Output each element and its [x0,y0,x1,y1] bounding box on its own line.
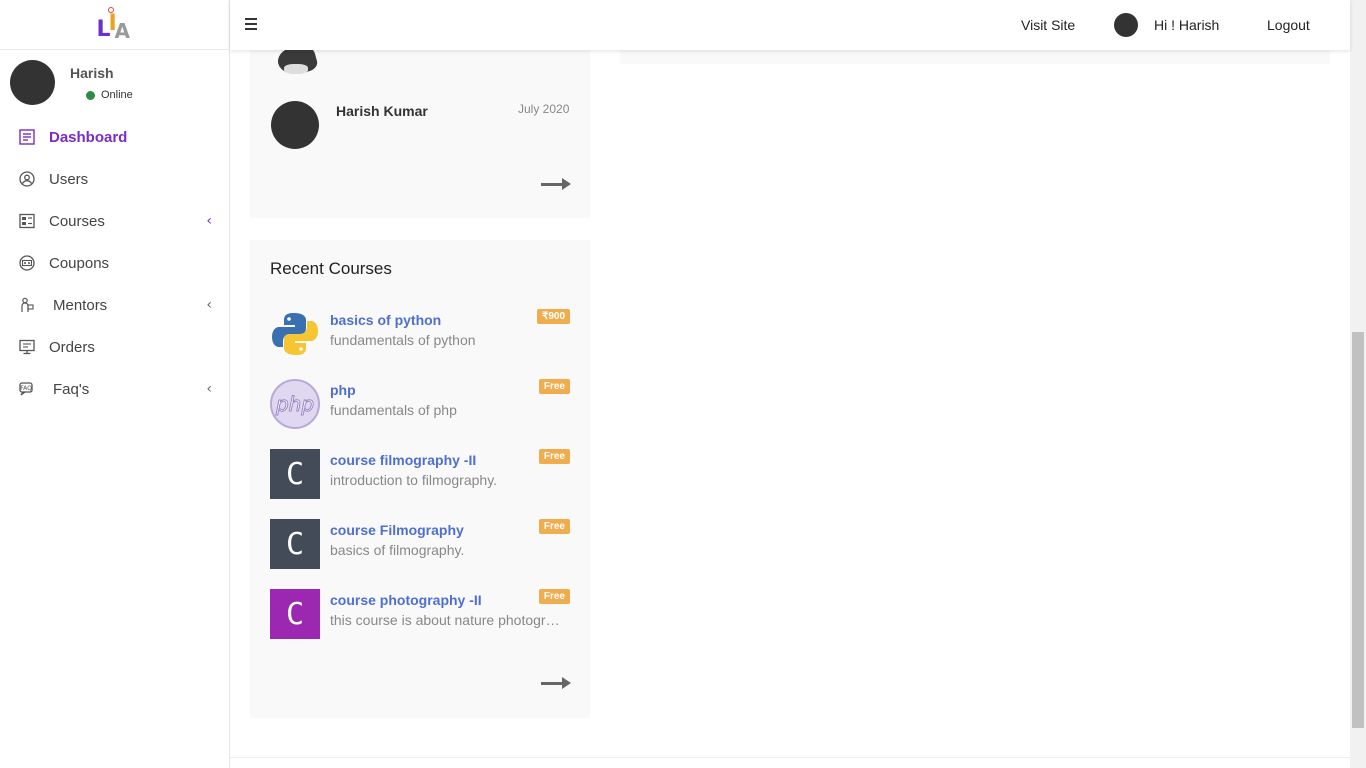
chevron-left-icon: ‹ [206,213,212,229]
course-description: basics of filmography. [330,542,465,558]
mentor-date: July 2020 [518,102,570,116]
price-badge: Free [538,379,570,394]
sidebar-item-label: Faq's [53,380,90,398]
svg-text:FAQ: FAQ [20,385,32,392]
sidebar-item-label: Orders [49,338,95,356]
sidebar-item-label: Mentors [53,296,108,314]
top-header: Visit Site Hi ! Harish Logout [230,0,1350,50]
orders-icon [18,338,36,356]
course-title-link[interactable]: basics of python [330,312,441,328]
sidebar-item-label: Users [49,170,89,188]
sidebar-item-label: Courses [49,212,105,230]
logout-link[interactable]: Logout [1267,17,1310,33]
chevron-left-icon: ‹ [206,297,212,313]
content-panel [620,50,1330,64]
list-item[interactable]: php php fundamentals of php Free [270,379,570,429]
view-all-courses-arrow-icon[interactable] [541,677,571,689]
list-item[interactable]: C course Filmography basics of filmograp… [270,519,570,569]
list-item[interactable]: C course filmography -II introduction to… [270,449,570,499]
faq-icon: FAQ [18,380,36,398]
visit-site-link[interactable]: Visit Site [1021,17,1075,33]
price-badge: Free [538,449,570,464]
sidebar-item-courses[interactable]: Courses ‹ [0,200,230,242]
header-greeting[interactable]: Hi ! Harish [1154,17,1219,33]
card-title: Recent Courses [270,259,392,278]
brand-logo[interactable]: L I A [95,6,135,43]
php-logo-icon: php [270,379,320,429]
user-name: Harish [70,65,114,81]
letter-c-icon: C [270,589,320,639]
list-item[interactable]: C course photography -II this course is … [270,589,570,639]
sidebar-item-label: Coupons [49,254,110,272]
view-all-mentors-arrow-icon[interactable] [541,178,571,190]
sidebar-item-mentors[interactable]: Mentors ‹ [0,284,230,326]
header-avatar[interactable] [1114,13,1138,37]
price-badge: Free [538,589,570,604]
avatar [271,101,319,149]
sidebar-item-coupons[interactable]: Coupons [0,242,230,284]
coupon-icon [18,254,36,272]
sidebar: L I A Harish Online Dashboard Users Cour… [0,0,230,768]
letter-c-icon: C [270,449,320,499]
letter-c-icon: C [270,519,320,569]
course-description: this course is about nature photography [330,612,566,628]
course-title-link[interactable]: course filmography -II [330,452,476,468]
avatar [10,60,55,105]
user-panel: Harish Online [0,58,230,108]
chevron-left-icon: ‹ [206,381,212,397]
list-item[interactable]: basics of python fundamentals of python … [270,309,570,359]
mentor-icon [18,296,36,314]
python-logo-icon [270,309,320,359]
recent-courses-card: Recent Courses basics of python fundamen… [250,240,590,718]
course-title-link[interactable]: course photography -II [330,592,482,608]
status-label: Online [101,89,133,101]
sidebar-item-dashboard[interactable]: Dashboard [0,116,230,158]
course-description: fundamentals of python [330,332,476,348]
page-scrollbar[interactable] [1350,0,1366,768]
scrollbar-thumb[interactable] [1352,332,1364,728]
mentor-name[interactable]: Harish Kumar [336,103,428,119]
course-title-link[interactable]: course Filmography [330,522,464,538]
sidebar-item-users[interactable]: Users [0,158,230,200]
logo-area: L I A [0,0,229,50]
hamburger-menu-icon[interactable] [245,18,257,30]
footer-divider [230,757,1350,758]
sidebar-item-orders[interactable]: Orders [0,326,230,368]
courses-icon [18,212,36,230]
dashboard-icon [18,128,36,146]
sidebar-item-label: Dashboard [49,128,128,146]
sidebar-item-faqs[interactable]: FAQ Faq's ‹ [0,368,230,410]
price-badge: Free [538,519,570,534]
online-dot-icon [86,90,95,100]
logo-letter-a: A [114,18,130,43]
price-badge: ₹900 [536,309,570,324]
sidebar-menu: Dashboard Users Courses ‹ Coupons Mentor… [0,116,230,410]
user-circle-icon [18,170,36,188]
course-description: fundamentals of php [330,402,457,418]
course-title-link[interactable]: php [330,382,356,398]
user-status: Online [86,89,133,101]
course-description: introduction to filmography. [330,472,498,488]
